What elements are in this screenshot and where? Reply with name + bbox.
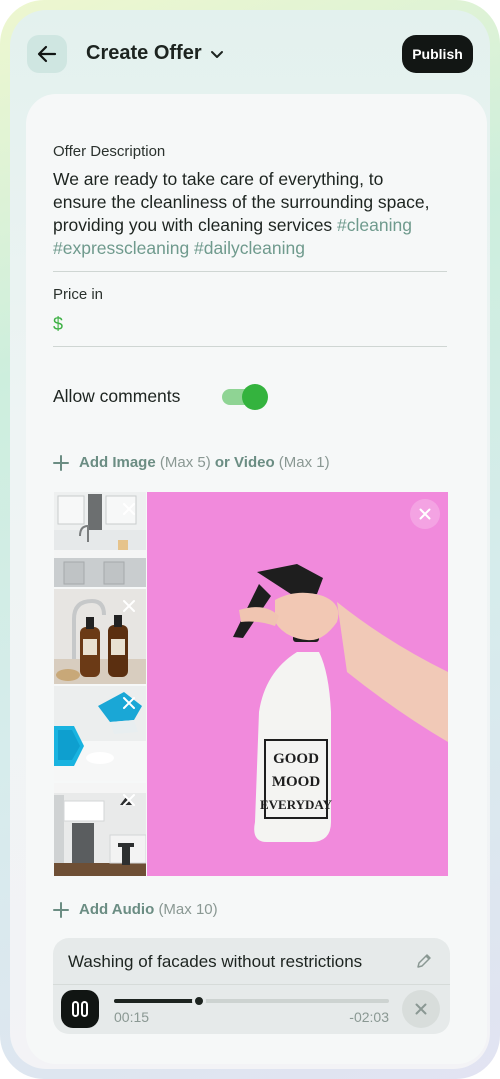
audio-current-time: 00:15 [114,1009,150,1025]
spray-bottle-image: GOOD MOOD EVERYDAY [147,492,448,876]
arrow-left-icon [37,45,57,63]
audio-progress-fill [114,999,200,1003]
offer-form-card: Offer Description We are ready to take c… [26,94,487,1064]
audio-limit: (Max 10) [158,901,218,918]
or-video-label: or Video [214,454,275,471]
pencil-icon[interactable] [415,952,433,970]
price-input[interactable]: $ [53,314,63,335]
divider [53,271,447,272]
plus-icon [53,454,69,471]
remove-thumbnail-icon[interactable] [122,793,136,807]
audio-progress-handle[interactable] [192,994,207,1008]
bottle-label-line-2: MOOD [272,774,320,790]
remove-thumbnail-icon[interactable] [122,502,136,516]
plus-icon [53,901,69,918]
add-audio-button[interactable]: Add Audio (Max 10) [53,901,218,918]
audio-remaining-time: -02:03 [349,1009,389,1025]
audio-player: Washing of facades without restrictions … [53,938,450,1034]
bottle-label-line-1: GOOD [273,751,319,767]
remove-thumbnail-icon[interactable] [122,696,136,710]
remove-main-image-button[interactable] [410,499,440,529]
add-audio-label: Add Audio [79,901,155,918]
divider [53,984,450,985]
thumbnail-glove-wiping[interactable] [54,686,146,781]
remove-thumbnail-icon[interactable] [122,599,136,613]
chevron-down-icon [210,51,223,58]
thumbnail-kitchen-2[interactable] [54,783,146,876]
page-title: Create Offer [86,42,202,64]
close-icon [415,1003,427,1015]
audio-progress-bar[interactable] [114,994,389,1008]
image-limit: (Max 5) [159,454,211,471]
thumbnail-amber-bottles[interactable] [54,589,146,684]
close-icon [419,508,431,520]
add-image-label: Add Image [79,454,156,471]
title-dropdown[interactable]: Create Offer [86,42,224,65]
main-image-preview[interactable]: GOOD MOOD EVERYDAY [147,492,448,876]
thumbnail-kitchen[interactable] [54,492,146,587]
allow-comments-label: Allow comments [53,386,181,406]
description-label: Offer Description [53,143,166,160]
pause-icon [72,1001,88,1017]
audio-track-title: Washing of facades without restrictions [68,952,363,971]
back-button[interactable] [27,35,67,73]
remove-audio-button[interactable] [402,990,440,1028]
allow-comments-toggle[interactable] [222,384,270,410]
divider [53,346,447,347]
bottle-label-line-3: EVERYDAY [260,797,333,812]
add-image-button[interactable]: Add Image (Max 5) or Video (Max 1) [53,454,330,471]
description-field[interactable]: We are ready to take care of everything,… [53,168,433,260]
publish-button[interactable]: Publish [402,35,473,73]
screen: Create Offer Publish Offer Description W… [10,10,490,1069]
video-limit: (Max 1) [278,454,330,471]
price-label: Price in [53,286,104,303]
pause-button[interactable] [61,990,99,1028]
media-gallery: GOOD MOOD EVERYDAY [54,492,448,876]
toggle-knob [242,384,268,410]
